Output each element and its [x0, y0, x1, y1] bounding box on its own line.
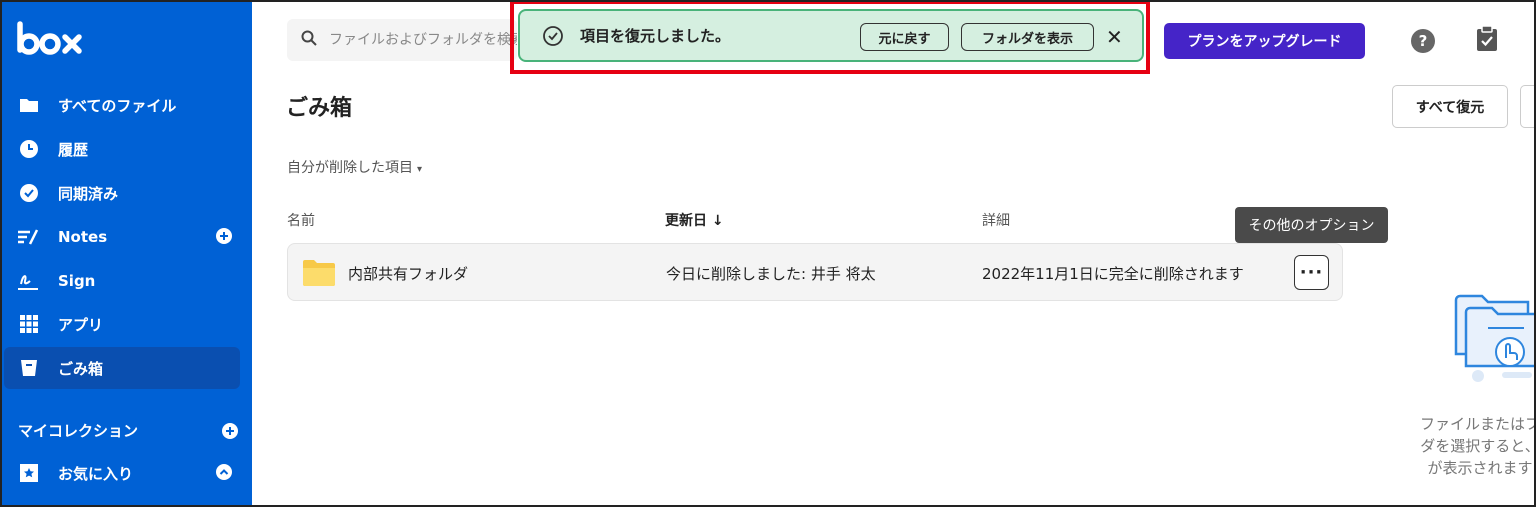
more-actions-button[interactable]	[1520, 85, 1536, 128]
filter-label: 自分が削除した項目	[287, 160, 413, 176]
folder-icon	[18, 94, 40, 116]
column-header-name[interactable]: 名前	[287, 210, 315, 230]
sidebar-item-apps[interactable]: アプリ	[4, 303, 240, 345]
search-bar[interactable]	[287, 19, 517, 61]
restore-all-button[interactable]: すべて復元	[1392, 85, 1508, 128]
row-modified: 今日に削除しました: 井手 将太	[666, 265, 876, 283]
preview-illustration	[1448, 292, 1536, 391]
toast-message: 項目を復元しました。	[580, 27, 731, 45]
clock-icon	[18, 138, 40, 160]
notes-icon	[18, 226, 40, 248]
sidebar-item-label: 履歴	[58, 140, 89, 159]
sidebar-item-sign[interactable]: Sign	[4, 260, 240, 302]
sign-icon	[18, 270, 40, 292]
check-circle-icon	[18, 182, 40, 204]
more-options-tooltip: その他のオプション	[1235, 207, 1388, 249]
sidebar-item-label: お気に入り	[58, 464, 134, 483]
search-input[interactable]	[329, 32, 517, 48]
trash-icon	[18, 357, 40, 379]
box-logo[interactable]	[16, 20, 86, 64]
folder-icon	[303, 260, 335, 290]
sidebar-item-label: アプリ	[58, 315, 104, 334]
sidebar-item-trash[interactable]: ごみ箱	[4, 347, 240, 389]
sidebar-item-label: Notes	[58, 228, 108, 246]
empty-state-line: ファイルまたはフ	[1419, 415, 1536, 433]
caret-down-icon: ▾	[417, 164, 423, 175]
sidebar-item-label: すべてのファイル	[58, 96, 177, 115]
empty-state-line: ダを選択すると、	[1420, 437, 1536, 455]
sidebar-item-all-files[interactable]: すべてのファイル	[4, 84, 240, 126]
search-icon	[301, 30, 317, 50]
check-circle-icon	[542, 25, 564, 47]
ellipsis-icon: ···	[1299, 262, 1324, 283]
add-collection-icon[interactable]	[222, 423, 238, 439]
restore-toast: 項目を復元しました。 元に戻す フォルダを表示 ✕	[518, 9, 1144, 62]
collapse-favorites-icon[interactable]	[216, 464, 232, 480]
upgrade-plan-button[interactable]: プランをアップグレード	[1164, 23, 1365, 59]
undo-button[interactable]: 元に戻す	[860, 23, 949, 51]
sort-down-icon: ↓	[711, 213, 724, 229]
column-header-label: 更新日	[665, 213, 707, 229]
close-icon[interactable]: ✕	[1106, 25, 1123, 49]
sidebar-item-label: Sign	[58, 272, 96, 290]
page-title: ごみ箱	[286, 96, 353, 121]
sidebar-item-notes[interactable]: Notes	[4, 216, 240, 258]
sidebar-item-history[interactable]: 履歴	[4, 128, 240, 170]
empty-state-line: が表示されます	[1427, 459, 1533, 477]
column-header-modified[interactable]: 更新日 ↓	[665, 210, 724, 230]
sidebar: すべてのファイル 履歴 同期済み Notes Sign アプリ ごみ箱 マイコレ…	[2, 2, 252, 505]
show-folder-button[interactable]: フォルダを表示	[961, 23, 1094, 51]
table-row[interactable]: 内部共有フォルダ 今日に削除しました: 井手 将太 2022年11月1日に完全に…	[287, 243, 1343, 301]
my-collections-heading: マイコレクション	[18, 422, 139, 440]
row-details: 2022年11月1日に完全に削除されます	[982, 265, 1244, 283]
help-icon[interactable]: ?	[1411, 29, 1435, 53]
empty-state-text: ファイルまたはフ ダを選択すると、 が表示されます	[1410, 413, 1536, 479]
add-note-icon[interactable]	[216, 228, 232, 244]
column-header-details[interactable]: 詳細	[982, 210, 1010, 230]
sidebar-item-favorites[interactable]: お気に入り	[4, 452, 240, 494]
clipboard-icon[interactable]	[1476, 25, 1498, 56]
apps-grid-icon	[18, 313, 40, 335]
deleted-by-filter[interactable]: 自分が削除した項目 ▾	[287, 157, 422, 177]
sidebar-item-label: 同期済み	[58, 184, 119, 203]
sidebar-item-label: ごみ箱	[58, 359, 104, 378]
more-options-button[interactable]: ···	[1294, 255, 1329, 290]
sidebar-item-synced[interactable]: 同期済み	[4, 172, 240, 214]
star-folder-icon	[18, 462, 40, 484]
row-name[interactable]: 内部共有フォルダ	[348, 263, 468, 284]
